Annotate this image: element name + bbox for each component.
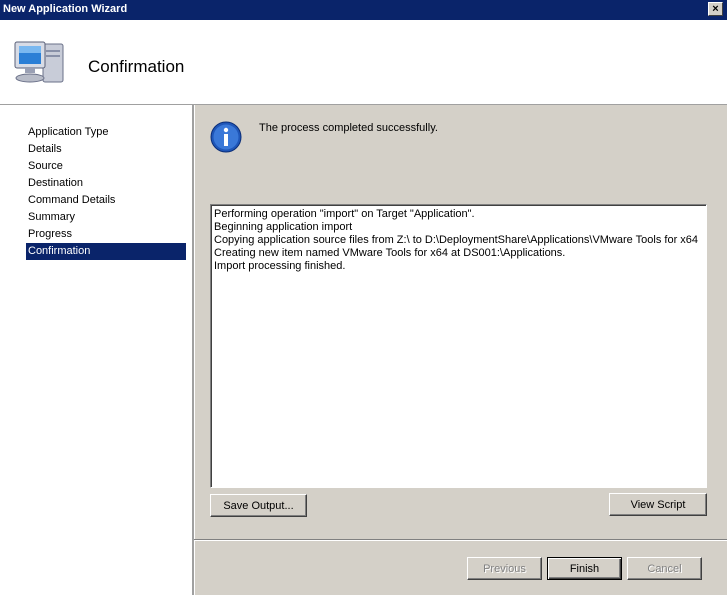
view-script-button[interactable]: View Script: [609, 493, 707, 516]
info-icon: [210, 121, 242, 153]
sidebar-item-summary[interactable]: Summary: [26, 209, 186, 226]
footer-separator: [194, 539, 727, 541]
status-message: The process completed successfully.: [259, 122, 438, 134]
title-bar[interactable]: New Application Wizard ×: [0, 0, 727, 20]
close-button[interactable]: ×: [708, 2, 723, 16]
sidebar-item-source[interactable]: Source: [26, 158, 186, 175]
page-title: Confirmation: [88, 57, 185, 76]
sidebar-item-destination[interactable]: Destination: [26, 175, 186, 192]
sidebar-divider: [192, 105, 195, 595]
wizard-steps-sidebar: Application Type Details Source Destinat…: [0, 105, 193, 595]
output-line: Performing operation "import" on Target …: [214, 208, 475, 220]
close-icon: ×: [712, 3, 719, 15]
computer-icon: [14, 41, 64, 83]
sidebar-item-details[interactable]: Details: [26, 141, 186, 158]
output-line: Creating new item named VMware Tools for…: [214, 247, 566, 259]
window-title: New Application Wizard: [3, 3, 128, 15]
wizard-header: Confirmation: [0, 20, 727, 105]
sidebar-item-command-details[interactable]: Command Details: [26, 192, 186, 209]
sidebar-item-progress[interactable]: Progress: [26, 226, 186, 243]
previous-button[interactable]: Previous: [467, 557, 542, 580]
output-line: Import processing finished.: [214, 260, 346, 272]
save-output-button[interactable]: Save Output...: [210, 494, 307, 517]
sidebar-item-confirmation[interactable]: Confirmation: [26, 243, 186, 260]
output-line: Copying application source files from Z:…: [214, 234, 699, 246]
cancel-button[interactable]: Cancel: [627, 557, 702, 580]
output-line: Beginning application import: [214, 221, 353, 233]
output-log[interactable]: Performing operation "import" on Target …: [210, 204, 707, 488]
finish-button[interactable]: Finish: [547, 557, 622, 580]
sidebar-item-application-type[interactable]: Application Type: [26, 124, 186, 141]
